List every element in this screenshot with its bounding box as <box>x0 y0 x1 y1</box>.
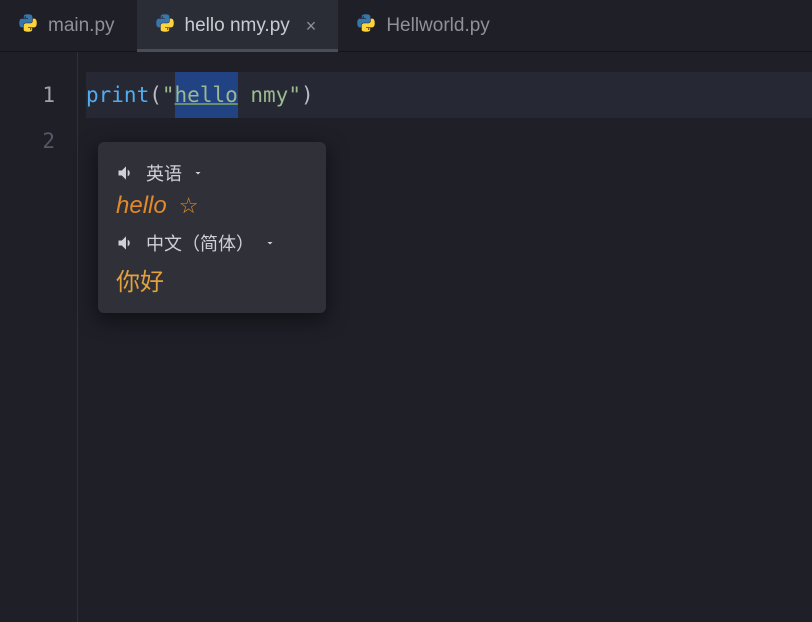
token-punct: ( <box>149 72 162 118</box>
token-function: print <box>86 72 149 118</box>
tab-bar: main.py hello nmy.py × Hellworld.py <box>0 0 812 52</box>
target-language-row[interactable]: 中文（简体） <box>116 230 308 256</box>
target-language-label: 中文（简体） <box>146 230 254 256</box>
token-string: nmy <box>238 72 289 118</box>
chevron-down-icon[interactable] <box>192 167 204 179</box>
selected-text[interactable]: hello <box>175 72 238 118</box>
python-icon <box>356 13 376 39</box>
code-area[interactable]: print("hello nmy") <box>78 52 812 622</box>
python-icon <box>155 13 175 39</box>
token-string-quote: " <box>288 72 301 118</box>
code-line[interactable]: print("hello nmy") <box>86 72 812 118</box>
speaker-icon[interactable] <box>116 163 136 183</box>
line-number-gutter: 1 2 <box>0 52 78 622</box>
line-number: 2 <box>0 118 55 164</box>
close-icon[interactable]: × <box>306 17 317 35</box>
star-icon[interactable]: ☆ <box>179 193 199 219</box>
tab-hello-nmy-py[interactable]: hello nmy.py × <box>137 0 339 51</box>
word-text: hello <box>116 192 167 220</box>
tab-hellworld-py[interactable]: Hellworld.py <box>338 0 511 51</box>
token-punct: ) <box>301 72 314 118</box>
tab-label: hello nmy.py <box>185 15 290 37</box>
chevron-down-icon[interactable] <box>264 237 276 249</box>
translated-word: hello ☆ <box>116 192 308 220</box>
source-language-label: 英语 <box>146 160 182 186</box>
python-icon <box>18 13 38 39</box>
token-string-quote: " <box>162 72 175 118</box>
code-editor[interactable]: 1 2 print("hello nmy") <box>0 52 812 622</box>
translation-text: 你好 <box>116 262 308 297</box>
source-language-row[interactable]: 英语 <box>116 160 308 186</box>
tab-label: main.py <box>48 15 115 37</box>
speaker-icon[interactable] <box>116 233 136 253</box>
line-number: 1 <box>0 72 55 118</box>
tab-label: Hellworld.py <box>386 15 489 37</box>
tab-main-py[interactable]: main.py <box>0 0 137 51</box>
translation-popup: 英语 hello ☆ 中文（简体） 你好 <box>98 142 326 313</box>
